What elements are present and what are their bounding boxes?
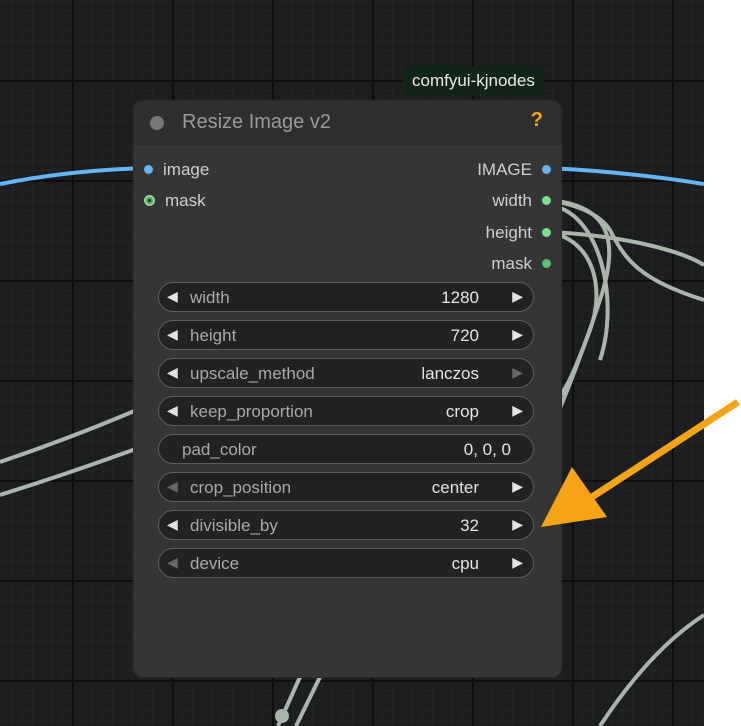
arrow-shaft [590, 399, 740, 500]
annotation-arrow [541, 399, 740, 527]
